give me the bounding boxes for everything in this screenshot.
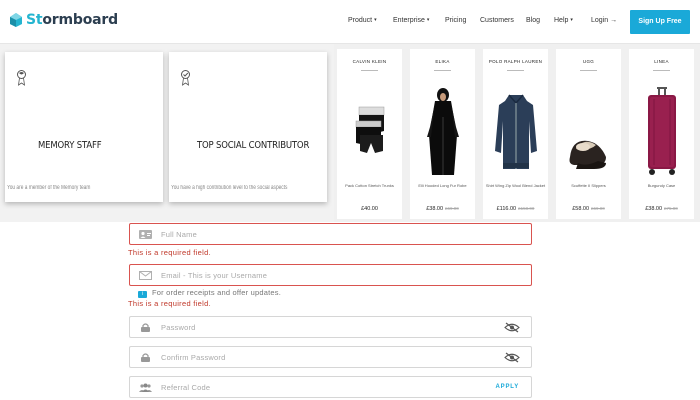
product-brand: POLO RALPH LAUREN [488, 59, 543, 64]
info-icon: i [138, 291, 147, 298]
chevron-down-icon: ▾ [426, 17, 430, 23]
slippers-image [569, 140, 606, 169]
product-name: Pack Cotton Stretch Trunks [345, 183, 394, 188]
sign-up-free-button[interactable]: Sign Up Free [630, 10, 690, 34]
referral-code-field[interactable]: Referral Code APPLY [129, 376, 532, 398]
nav-customers[interactable]: Customers [480, 17, 514, 24]
achievement-card-top-social-contributor: TOP SOCIAL CONTRIBUTOR You have a high c… [169, 52, 327, 202]
id-card-icon [139, 230, 152, 239]
referral-code-placeholder: Referral Code [161, 383, 211, 392]
email-field[interactable]: Email - This is your Username [129, 264, 532, 286]
product-card-elika[interactable]: ELIKA Elli Hooded Long Fur Robe £38.00 £6… [410, 49, 475, 219]
product-card-calvin-klein[interactable]: CALVIN KLEIN Pack Cotton Stretch Trunks … [337, 49, 402, 219]
apply-button[interactable]: APPLY [496, 384, 519, 390]
full-name-field[interactable]: Full Name [129, 223, 532, 245]
email-hint: i For order receipts and offer updates. [138, 288, 281, 298]
lock-icon [141, 353, 150, 362]
users-icon [139, 383, 152, 392]
confirm-password-placeholder: Confirm Password [161, 353, 226, 362]
full-name-error: This is a required field. [128, 248, 211, 257]
divider [653, 70, 670, 71]
email-error: This is a required field. [128, 299, 211, 308]
confirm-password-field[interactable]: Confirm Password [129, 346, 532, 368]
divider [361, 70, 378, 71]
card-description: You are a member of the Memory team [7, 185, 91, 191]
badge-icon [181, 70, 190, 86]
trunks-image [355, 106, 385, 153]
full-name-placeholder: Full Name [161, 230, 197, 239]
suitcase-image [648, 87, 676, 175]
nav-blog[interactable]: Blog [526, 17, 540, 24]
product-brand: CALVIN KLEIN [352, 59, 387, 64]
password-placeholder: Password [161, 323, 196, 332]
nav-pricing[interactable]: Pricing [445, 17, 466, 24]
jacket-image [495, 94, 537, 169]
chevron-down-icon: ▾ [570, 17, 573, 23]
product-card-ugg[interactable]: UGG Scuffette II Slippers £58.00 £69.00 [556, 49, 621, 219]
stormboard-logo-icon [10, 13, 22, 27]
product-brand: UGG [582, 59, 595, 64]
card-title: MEMORY STAFF [38, 140, 102, 151]
product-name: Scuffette II Slippers [571, 183, 606, 188]
achievement-card-memory-staff: MEMORY STAFF You are a member of the Mem… [5, 52, 163, 202]
top-navbar: Stormboard Product ▾ Enterprise ▾ Pricing … [0, 0, 700, 44]
nav-help[interactable]: Help ▾ [554, 17, 573, 24]
lock-icon [141, 323, 150, 332]
product-name: Shirt Wing Zip Wool Blend Jacket [485, 183, 546, 188]
robe-image [427, 88, 459, 175]
product-price: £38.00 £69.00 [426, 206, 459, 212]
product-brand: ELIKA [435, 59, 450, 64]
product-name: Elli Hooded Long Fur Robe [418, 183, 467, 188]
product-price: £58.00 £69.00 [572, 206, 605, 212]
card-description: You have a high contribution level to th… [171, 185, 288, 191]
envelope-icon [139, 271, 152, 280]
product-brand: LINEA [654, 59, 669, 64]
eye-slash-icon[interactable] [504, 352, 520, 363]
nav-login[interactable]: Login → [591, 17, 617, 24]
product-price: £38.00 £75.00 [645, 206, 678, 212]
chevron-down-icon: ▾ [374, 17, 377, 23]
product-card-linea[interactable]: LINEA Burgundy Case £38.00 £75.00 [629, 49, 694, 219]
product-price: £116.00 £158.00 [496, 206, 535, 212]
product-price: £40.00 [361, 206, 378, 212]
product-card-polo-ralph-lauren[interactable]: POLO RALPH LAUREN Shirt Wing Zip Wool Bl… [483, 49, 548, 219]
stormboard-logo[interactable]: Stormboard [9, 12, 118, 28]
badge-icon [17, 70, 26, 86]
email-placeholder: Email - This is your Username [161, 271, 268, 280]
password-field[interactable]: Password [129, 316, 532, 338]
divider [434, 70, 451, 71]
product-carousel: CALVIN KLEIN Pack Cotton Stretch Trunks … [334, 44, 700, 222]
card-title: TOP SOCIAL CONTRIBUTOR [197, 140, 310, 151]
divider [580, 70, 597, 71]
nav-product[interactable]: Product ▾ [348, 17, 377, 24]
nav-enterprise[interactable]: Enterprise ▾ [393, 17, 429, 24]
product-name: Burgundy Case [647, 183, 676, 188]
signup-form [0, 222, 700, 400]
divider [507, 70, 524, 71]
eye-slash-icon[interactable] [504, 322, 520, 333]
logo-text: Stormboard [26, 12, 118, 28]
